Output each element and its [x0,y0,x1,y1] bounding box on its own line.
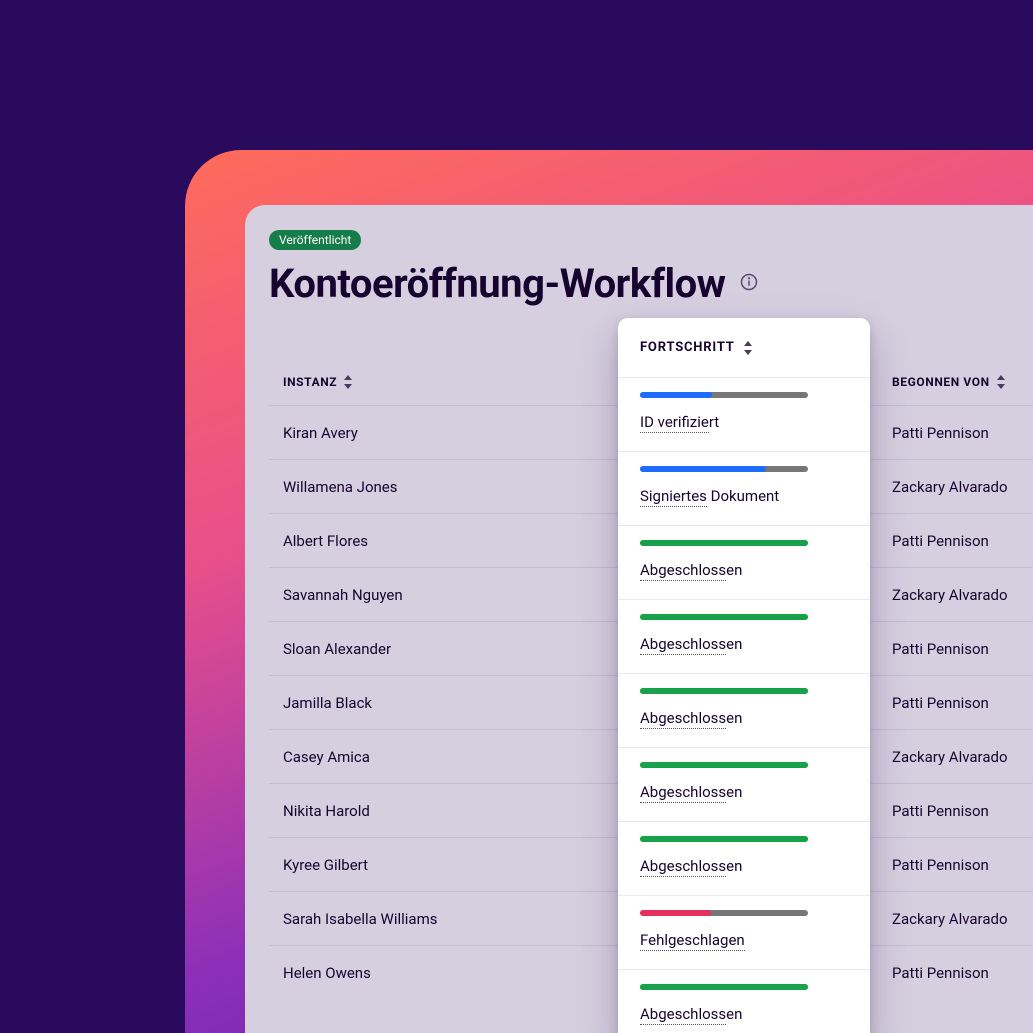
progress-bar [640,984,808,990]
progress-label: Abgeschlossen [640,1005,742,1023]
column-header-label: INSTANZ [283,375,337,389]
progress-bar-fill [640,466,766,472]
status-badge: Veröffentlicht [269,230,361,250]
progress-label: Abgeschlossen [640,561,742,579]
cell-instance: Sloan Alexander [269,640,609,658]
progress-label: Abgeschlossen [640,857,742,875]
cell-started-by: Zackary Alvarado [862,910,1033,928]
column-header-label: BEGONNEN VON [892,375,990,389]
progress-bar-fill [640,836,808,842]
cell-started-by: Patti Pennison [862,964,1033,982]
cell-started-by: Zackary Alvarado [862,748,1033,766]
progress-row[interactable]: Signiertes Dokument [618,452,870,526]
cell-started-by: Patti Pennison [862,694,1033,712]
progress-row[interactable]: Abgeschlossen [618,674,870,748]
progress-bar [640,540,808,546]
cell-instance: Kiran Avery [269,424,609,442]
progress-bar-fill [640,910,711,916]
cell-started-by: Patti Pennison [862,532,1033,550]
progress-bar [640,466,808,472]
progress-row[interactable]: Abgeschlossen [618,822,870,896]
progress-bar-fill [640,984,808,990]
column-header-progress[interactable]: FORTSCHRITT [618,318,870,378]
sort-icon [343,375,353,389]
progress-bar [640,910,808,916]
column-header-label: FORTSCHRITT [640,340,735,355]
cell-instance: Casey Amica [269,748,609,766]
progress-bar-fill [640,688,808,694]
progress-bar-fill [640,762,808,768]
cell-started-by: Zackary Alvarado [862,586,1033,604]
cell-instance: Helen Owens [269,964,609,982]
progress-row[interactable]: Fehlgeschlagen [618,896,870,970]
column-header-started-by[interactable]: BEGONNEN VON [862,375,1033,389]
cell-started-by: Zackary Alvarado [862,478,1033,496]
progress-bar [640,688,808,694]
progress-label: ID verifiziert [640,413,719,431]
progress-row[interactable]: ID verifiziert [618,378,870,452]
cell-instance: Willamena Jones [269,478,609,496]
cell-started-by: Patti Pennison [862,424,1033,442]
progress-row[interactable]: Abgeschlossen [618,748,870,822]
cell-instance: Sarah Isabella Williams [269,910,609,928]
progress-row[interactable]: Abgeschlossen [618,970,870,1033]
cell-instance: Nikita Harold [269,802,609,820]
cell-instance: Savannah Nguyen [269,586,609,604]
progress-bar [640,392,808,398]
progress-row[interactable]: Abgeschlossen [618,600,870,674]
title-row: Kontoeröffnung-Workflow [269,260,1033,307]
cell-instance: Jamilla Black [269,694,609,712]
progress-bar-fill [640,540,808,546]
progress-label: Signiertes Dokument [640,487,779,505]
info-icon[interactable] [740,273,758,295]
progress-bar [640,762,808,768]
progress-bar [640,836,808,842]
cell-instance: Kyree Gilbert [269,856,609,874]
progress-label: Fehlgeschlagen [640,931,745,949]
progress-bar-fill [640,392,712,398]
progress-bar-fill [640,614,808,620]
cell-started-by: Patti Pennison [862,802,1033,820]
progress-card: FORTSCHRITT ID verifiziert Signiertes Dok… [618,318,870,1033]
cell-started-by: Patti Pennison [862,640,1033,658]
sort-icon [743,341,753,355]
progress-bar [640,614,808,620]
page-title: Kontoeröffnung-Workflow [269,260,726,307]
progress-label: Abgeschlossen [640,635,742,653]
progress-label: Abgeschlossen [640,783,742,801]
cell-instance: Albert Flores [269,532,609,550]
progress-label: Abgeschlossen [640,709,742,727]
column-header-instance[interactable]: INSTANZ [269,375,609,389]
sort-icon [996,375,1006,389]
progress-row[interactable]: Abgeschlossen [618,526,870,600]
cell-started-by: Patti Pennison [862,856,1033,874]
